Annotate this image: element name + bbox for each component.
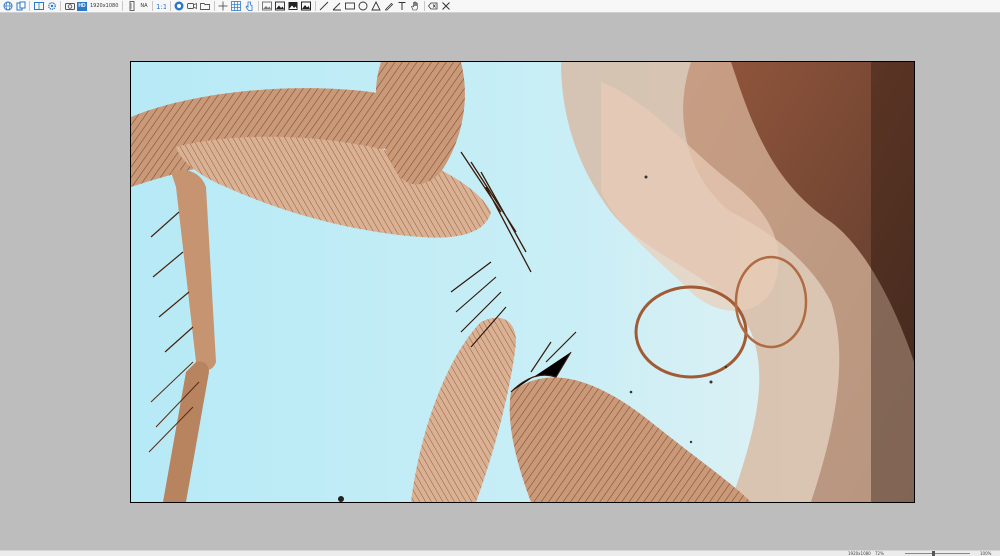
angle-tool-icon[interactable]: [332, 1, 343, 12]
microscope-image[interactable]: [130, 61, 915, 503]
toolbar-separator: [314, 1, 316, 11]
toolbar-separator: [423, 1, 425, 11]
hd-badge[interactable]: HD: [77, 1, 87, 11]
eraser-icon[interactable]: [428, 1, 439, 12]
status-zoom-right: 100%: [980, 551, 992, 556]
image-alt-icon[interactable]: [275, 1, 286, 12]
crosshair-icon[interactable]: [218, 1, 229, 12]
polygon-tool-icon[interactable]: [371, 1, 382, 12]
image-dark-icon[interactable]: [301, 1, 312, 12]
toolbar-group-image: [261, 1, 318, 12]
image-icon[interactable]: [262, 1, 273, 12]
dual-screen-icon[interactable]: [33, 1, 44, 12]
pencil-tool-icon[interactable]: [384, 1, 395, 12]
circle-tool-icon[interactable]: [358, 1, 369, 12]
record-icon[interactable]: [187, 1, 198, 12]
status-resolution: 1920x1080: [848, 551, 871, 556]
zoom-slider-handle[interactable]: [932, 551, 935, 556]
zoom-slider[interactable]: [905, 553, 970, 554]
toolbar-separator: [257, 1, 259, 11]
pointer-hand-icon[interactable]: [244, 1, 255, 12]
toolbar-separator: [169, 1, 171, 11]
status-zoom: 72%: [875, 551, 884, 556]
folder-icon[interactable]: [200, 1, 211, 12]
main-toolbar: HD 1920x1080 NA 1:1: [0, 0, 1000, 13]
microscope-image-drawing: [131, 62, 914, 502]
line-tool-icon[interactable]: [319, 1, 330, 12]
image-viewport[interactable]: [0, 14, 1000, 550]
toolbar-separator: [151, 1, 153, 11]
text-tool-icon[interactable]: [397, 1, 408, 12]
resolution-selector[interactable]: 1920x1080: [90, 3, 118, 9]
copy-icon[interactable]: [15, 1, 26, 12]
settings-icon[interactable]: [46, 1, 57, 12]
image-compare-icon[interactable]: [288, 1, 299, 12]
status-bar: 1920x1080 72% 100%: [0, 550, 1000, 556]
toolbar-group-annotate: [318, 1, 453, 12]
aspect-selector[interactable]: NA: [140, 3, 147, 9]
camera-icon[interactable]: [64, 1, 75, 12]
toolbar-separator: [29, 1, 30, 11]
toolbar-group-file: HD 1920x1080 NA 1:1: [1, 1, 173, 12]
svg-text:1:1: 1:1: [156, 3, 166, 11]
ruler-icon[interactable]: [126, 1, 137, 12]
toolbar-separator: [122, 1, 124, 11]
toolbar-group-capture: [173, 1, 261, 12]
grid-icon[interactable]: [231, 1, 242, 12]
close-icon[interactable]: [441, 1, 452, 12]
one-to-one-icon[interactable]: 1:1: [156, 1, 167, 12]
capture-icon[interactable]: [174, 1, 185, 12]
toolbar-separator: [213, 1, 215, 11]
toolbar-separator: [60, 1, 61, 11]
hand-tool-icon[interactable]: [410, 1, 421, 12]
rectangle-tool-icon[interactable]: [345, 1, 356, 12]
globe-icon[interactable]: [2, 1, 13, 12]
